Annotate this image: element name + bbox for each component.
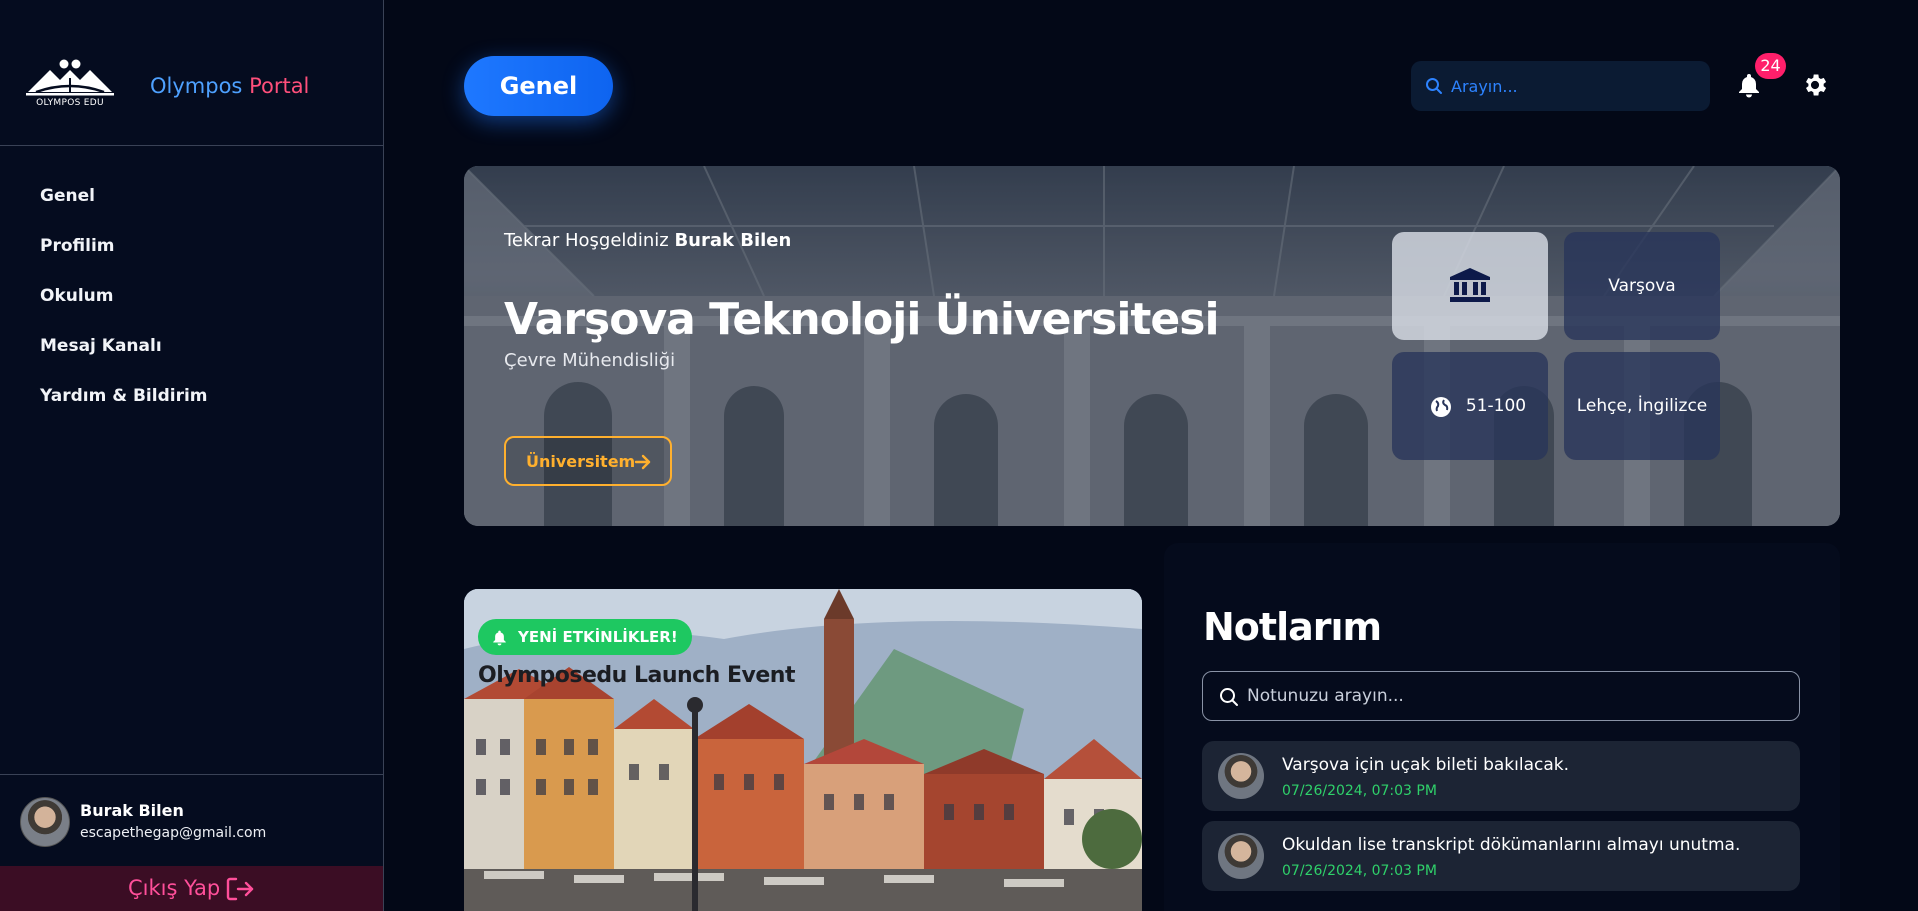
avatar [1218,833,1264,879]
notification-badge: 24 [1755,53,1786,79]
note-date: 07/26/2024, 07:03 PM [1282,863,1437,879]
my-university-button[interactable]: Üniversitem [504,436,672,486]
sidebar: OLYMPOS EDU Olympos Portal Genel Profili… [0,0,384,911]
logo-text: OLYMPOS EDU [36,98,104,108]
user-email: escapethegap@gmail.com [80,825,267,841]
city-value: Varşova [1608,276,1676,296]
logout-label: Çıkış Yap [128,876,221,900]
event-title: Olymposedu Launch Event [478,663,795,688]
note-text: Varşova için uçak bileti bakılacak. [1282,755,1570,775]
arrow-right-icon [634,454,651,470]
city-tile: Varşova [1564,232,1720,340]
new-events-badge: YENİ ETKİNLİKLER! [478,619,692,655]
sidebar-item-okulum[interactable]: Okulum [40,286,208,336]
avatar [1218,753,1264,799]
gear-icon[interactable] [1801,71,1829,103]
avatar [20,797,70,847]
notes-panel: Notlarım Varşova için uçak bileti bakıla… [1164,543,1840,911]
bell-icon[interactable] [1737,72,1761,102]
brand-header: OLYMPOS EDU Olympos Portal [0,0,383,146]
ranking-value: 51-100 [1465,396,1527,416]
page-title-button[interactable]: Genel [464,56,613,116]
welcome-prefix: Tekrar Hoşgeldiniz [504,230,669,251]
user-profile[interactable]: Burak Bilen escapethegap@gmail.com [0,774,383,866]
logout-icon [226,876,254,906]
logo[interactable]: OLYMPOS EDU [26,58,114,110]
note-item[interactable]: Varşova için uçak bileti bakılacak. 07/2… [1202,741,1800,811]
sidebar-nav: Genel Profilim Okulum Mesaj Kanalı Yardı… [40,186,208,436]
welcome-user-name: Burak Bilen [674,230,792,251]
bank-icon [1450,268,1490,302]
notes-title: Notlarım [1203,605,1382,649]
search-input[interactable] [1451,71,1701,101]
note-date: 07/26/2024, 07:03 PM [1282,783,1437,799]
university-hero-card: Tekrar Hoşgeldiniz Burak Bilen Varşova T… [464,166,1840,526]
notes-search-bar[interactable] [1202,671,1800,721]
university-name: Varşova Teknoloji Üniversitesi [504,294,1220,345]
sidebar-item-mesaj-kanali[interactable]: Mesaj Kanalı [40,336,208,386]
sidebar-item-yardim-bildirim[interactable]: Yardım & Bildirim [40,386,208,436]
brand-name-part1: Olympos [150,74,243,98]
new-events-badge-label: YENİ ETKİNLİKLER! [518,628,678,646]
sidebar-item-profilim[interactable]: Profilim [40,236,208,286]
logo-icon [26,59,114,96]
notes-search-input[interactable] [1247,682,1787,710]
ranking-tile: 51-100 [1392,352,1548,460]
logout-button[interactable]: Çıkış Yap [0,866,383,911]
search-icon [1425,77,1443,99]
search-icon [1220,688,1238,706]
my-university-button-label: Üniversitem [526,452,636,471]
note-text: Okuldan lise transkript dökümanlarını al… [1282,835,1741,855]
note-item[interactable]: Okuldan lise transkript dökümanlarını al… [1202,821,1800,891]
university-icon-tile [1392,232,1548,340]
department-name: Çevre Mühendisliği [504,350,676,371]
brand-name: Olympos Portal [150,74,309,98]
bell-icon [493,630,506,646]
event-card[interactable]: YENİ ETKİNLİKLER! Olymposedu Launch Even… [464,589,1142,911]
search-bar[interactable] [1411,61,1710,111]
sidebar-item-genel[interactable]: Genel [40,186,208,236]
languages-tile: Lehçe, İngilizce [1564,352,1720,460]
languages-value: Lehçe, İngilizce [1576,396,1708,416]
brand-name-part2: Portal [249,74,310,98]
welcome-text: Tekrar Hoşgeldiniz Burak Bilen [504,230,791,251]
user-name: Burak Bilen [80,801,184,820]
app: OLYMPOS EDU Olympos Portal Genel Profili… [0,0,1918,911]
